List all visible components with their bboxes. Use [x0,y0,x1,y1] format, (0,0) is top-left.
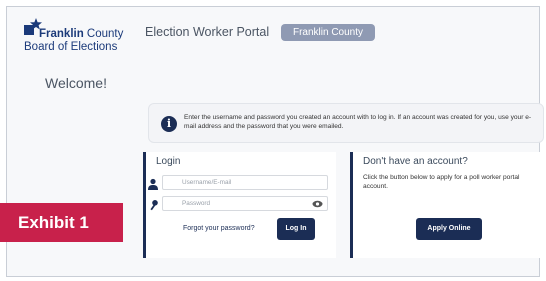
welcome-heading: Welcome! [45,75,107,91]
key-icon [150,200,158,211]
county-badge: Franklin County [281,24,375,41]
password-field[interactable]: Password [150,196,328,211]
info-text: Enter the username and password you crea… [184,114,532,130]
username-placeholder: Username/E-mail [182,179,232,186]
apply-online-button[interactable]: Apply Online [416,218,482,240]
login-card: Login Username/E-mail Password Forgot yo… [143,152,336,258]
header: Franklin County Board of Elections Elect… [7,7,539,57]
forgot-password-link[interactable]: Forgot your password? [183,225,255,232]
login-button[interactable]: Log In [277,218,315,240]
eye-icon[interactable] [312,198,323,210]
user-icon [148,178,158,190]
logo-subtitle: Board of Elections [24,41,118,53]
info-banner: i Enter the username and password you cr… [148,103,544,143]
password-placeholder: Password [182,200,211,207]
logo-name: Franklin County [39,28,124,40]
portal-title: Election Worker Portal [145,25,270,39]
info-circle-icon: i [161,116,177,132]
apply-card: Don't have an account? Click the button … [350,152,543,258]
apply-title: Don't have an account? [363,156,468,167]
username-field[interactable]: Username/E-mail [148,175,328,190]
county-logo: Franklin County Board of Elections [23,17,143,57]
login-title: Login [156,156,181,167]
exhibit-label: Exhibit 1 [0,203,123,242]
apply-text: Click the button below to apply for a po… [363,174,520,190]
